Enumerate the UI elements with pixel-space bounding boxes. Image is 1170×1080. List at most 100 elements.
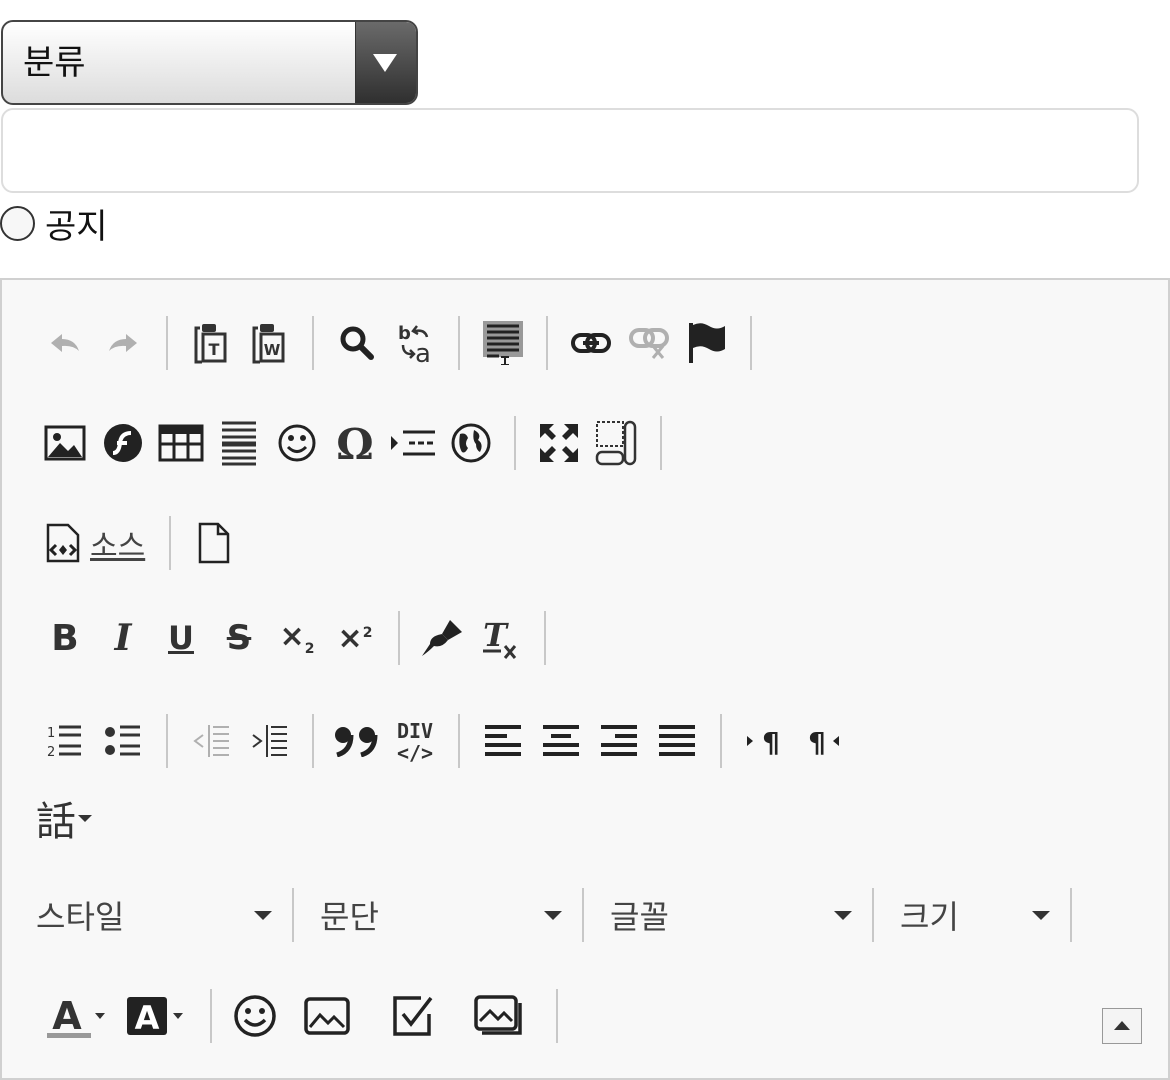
bulleted-list-icon[interactable] [94, 708, 152, 774]
chevron-down-icon [544, 910, 562, 920]
rtl-icon[interactable]: ¶ [794, 708, 852, 774]
toolbar-row-6: 話 [36, 785, 116, 851]
remove-format-icon[interactable]: T [472, 605, 530, 671]
svg-text:¶: ¶ [808, 726, 826, 756]
image-gallery-icon[interactable] [456, 983, 542, 1049]
language-icon[interactable]: 話 [36, 785, 116, 851]
source-button[interactable]: 소스 [36, 510, 155, 576]
style-combo[interactable]: 스타일 [10, 882, 292, 948]
maximize-icon[interactable] [530, 410, 588, 476]
bold-icon[interactable]: B [36, 605, 94, 671]
chevron-down-icon [834, 910, 852, 920]
svg-text:A: A [135, 999, 160, 1037]
table-icon[interactable] [152, 410, 210, 476]
svg-text:a: a [415, 339, 431, 365]
svg-text:</>: </> [397, 741, 433, 764]
indent-icon[interactable] [240, 708, 298, 774]
anchor-icon[interactable] [678, 310, 736, 376]
toolbar-row-7: 스타일 문단 글꼴 크기 [10, 882, 1072, 948]
language-glyph: 話 [36, 799, 76, 845]
align-justify-icon[interactable] [648, 708, 706, 774]
toolbar-separator [458, 316, 460, 370]
smiley-icon[interactable] [268, 410, 326, 476]
format-combo[interactable]: 문단 [294, 882, 582, 948]
flash-icon[interactable] [94, 410, 152, 476]
svg-text:T: T [209, 340, 220, 359]
copy-format-icon[interactable] [414, 605, 472, 671]
toolbar-separator [1070, 888, 1072, 942]
subscript-icon[interactable]: ×2 [268, 605, 326, 671]
title-input[interactable] [1, 108, 1139, 193]
text-color-icon[interactable]: A [36, 983, 116, 1049]
replace-icon[interactable]: ba [386, 310, 444, 376]
toolbar-separator [166, 714, 168, 768]
toolbar-row-5: 12 DIV </> ¶ ¶ [36, 708, 852, 774]
redo-icon[interactable] [94, 310, 152, 376]
paste-text-icon[interactable]: T [182, 310, 240, 376]
numbered-list-icon[interactable]: 12 [36, 708, 94, 774]
show-blocks-icon[interactable] [588, 410, 646, 476]
source-icon [46, 523, 80, 563]
horizontal-rule-icon[interactable] [210, 410, 268, 476]
source-label: 소스 [90, 529, 146, 564]
undo-icon[interactable] [36, 310, 94, 376]
chevron-down-icon[interactable] [355, 22, 416, 103]
toolbar-separator [544, 611, 546, 665]
toolbar-separator [546, 316, 548, 370]
ltr-icon[interactable]: ¶ [736, 708, 794, 774]
strike-icon[interactable]: S [210, 605, 268, 671]
toolbar-separator [750, 316, 752, 370]
image-icon[interactable] [36, 410, 94, 476]
notice-label: 공지 [45, 206, 108, 247]
toolbar-row-3: 소스 [36, 510, 243, 576]
create-div-icon[interactable]: DIV </> [386, 708, 444, 774]
svg-text:DIV: DIV [397, 719, 433, 743]
style-combo-label: 스타일 [36, 898, 125, 936]
find-icon[interactable] [328, 310, 386, 376]
notice-option[interactable]: 공지 [0, 200, 108, 247]
outdent-icon[interactable] [182, 708, 240, 774]
toolbar-separator [720, 714, 722, 768]
notice-radio[interactable] [0, 205, 35, 241]
category-select[interactable]: 분류 [1, 20, 418, 105]
underline-icon[interactable]: U [152, 605, 210, 671]
bg-color-icon[interactable]: A [116, 983, 196, 1049]
toolbar-separator [210, 989, 212, 1043]
toolbar-separator [169, 516, 172, 570]
align-center-icon[interactable] [532, 708, 590, 774]
toolbar-row-4: B I U S ×2 ×2 T [36, 605, 560, 671]
select-all-icon[interactable] [474, 310, 532, 376]
iframe-icon[interactable] [442, 410, 500, 476]
align-left-icon[interactable] [474, 708, 532, 774]
font-combo-label: 글꼴 [610, 898, 669, 936]
link-icon[interactable] [562, 310, 620, 376]
new-page-icon[interactable] [185, 510, 243, 576]
paste-word-icon[interactable]: W [240, 310, 298, 376]
svg-text:A: A [52, 994, 82, 1038]
italic-icon[interactable]: I [94, 605, 152, 671]
checkbox-icon[interactable] [370, 983, 456, 1049]
toolbar-separator [166, 316, 168, 370]
page-break-icon[interactable] [384, 410, 442, 476]
blockquote-icon[interactable] [328, 708, 386, 774]
toolbar-separator [660, 416, 662, 470]
unlink-icon[interactable] [620, 310, 678, 376]
svg-text:Ω: Ω [336, 423, 373, 463]
toolbar-separator [458, 714, 460, 768]
svg-text:W: W [264, 341, 281, 359]
font-combo[interactable]: 글꼴 [584, 882, 872, 948]
toolbar-separator [312, 714, 314, 768]
chevron-down-icon [1032, 910, 1050, 920]
image2-icon[interactable] [284, 983, 370, 1049]
collapse-toolbar-button[interactable] [1102, 1008, 1142, 1044]
special-char-icon[interactable]: Ω [326, 410, 384, 476]
superscript-icon[interactable]: ×2 [326, 605, 384, 671]
editor-toolbar: T W ba Ω 소스 B I U S ×2 ×2 T 1 2 DIV </> … [2, 280, 1168, 1078]
svg-text:2: 2 [47, 745, 55, 758]
emoji-icon[interactable] [226, 983, 284, 1049]
size-combo[interactable]: 크기 [874, 882, 1070, 948]
svg-text:1: 1 [47, 726, 55, 741]
toolbar-separator [398, 611, 400, 665]
svg-text:b: b [398, 323, 411, 344]
align-right-icon[interactable] [590, 708, 648, 774]
